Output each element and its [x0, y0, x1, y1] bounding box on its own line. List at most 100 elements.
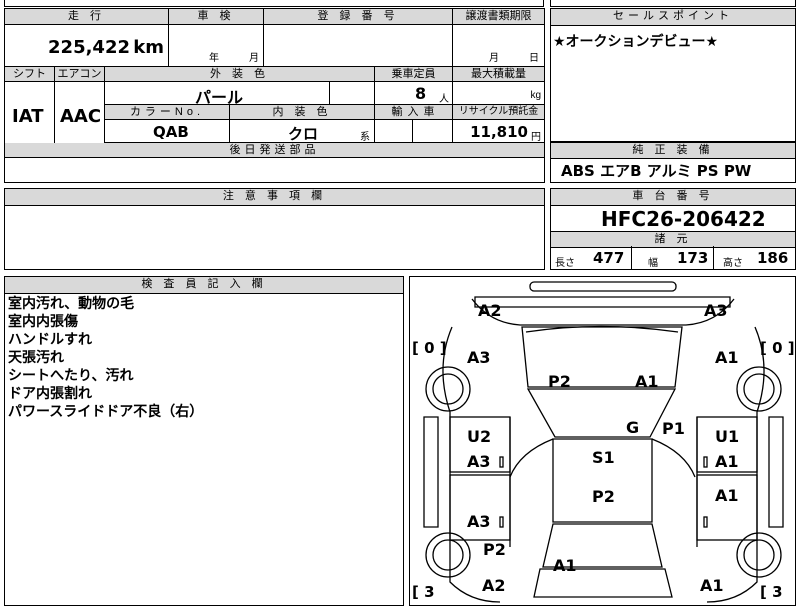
registration-cell — [264, 25, 453, 67]
inspector-header: 検 査 員 記 入 欄 — [5, 277, 403, 294]
sales-point-header: セールスポイント — [551, 9, 795, 26]
damage-label: P1 — [662, 419, 685, 438]
inspection-year: 年 — [209, 53, 219, 64]
transfer-day: 日 — [529, 53, 539, 64]
notes-header: 注 意 事 項 欄 — [5, 189, 544, 206]
import-cell-b — [413, 120, 453, 143]
dim-divider-2 — [713, 246, 714, 270]
capacity-header: 乗車定員 — [375, 67, 453, 82]
damage-label: P2 — [592, 487, 615, 506]
standard-equipment-items: ABS エアB アルミ PS PW — [561, 162, 752, 180]
dim-divider-1 — [631, 246, 632, 270]
max-load-unit: kg — [530, 90, 541, 101]
damage-label: S1 — [592, 448, 615, 467]
registration-header: 登 録 番 号 — [264, 9, 453, 25]
color-no-header: カラーNo. — [105, 105, 230, 120]
transfer-cell: 月 日 — [453, 25, 544, 67]
damage-label: A3 — [467, 452, 491, 471]
inspector-line: 室内汚れ、動物の毛 — [8, 296, 135, 312]
damage-label: A1 — [635, 372, 659, 391]
transfer-month: 月 — [489, 53, 499, 64]
damage-label: A1 — [715, 348, 739, 367]
inspection-header: 車 検 — [169, 9, 264, 25]
left-bottom-bracket: [ 3 — [412, 583, 435, 601]
width-label: 幅 — [648, 258, 658, 269]
damage-label: A2 — [478, 301, 502, 320]
damage-label: U1 — [715, 427, 740, 446]
inspector-line: パワースライドドア不良（右） — [8, 404, 204, 420]
mileage-unit: km — [133, 37, 164, 58]
chassis-number: HFC26-206422 — [601, 207, 766, 231]
max-load-cell: kg — [453, 82, 544, 105]
capacity-cell: 8 人 — [375, 82, 453, 105]
ac-cell: AAC — [55, 82, 105, 152]
exterior-cell: パール — [105, 82, 330, 107]
exterior-header: 外 装 色 — [105, 67, 375, 82]
exterior-extra-cell — [330, 82, 375, 105]
capacity-value: 8 — [415, 84, 427, 103]
damage-label: U2 — [467, 427, 492, 446]
top-strip-right — [550, 0, 796, 7]
damage-label: A1 — [700, 576, 724, 595]
inspection-cell: 年 月 — [169, 25, 264, 67]
transfer-header: 譲渡書類期限 — [453, 9, 544, 25]
inspector-line: 天張汚れ — [8, 350, 64, 366]
mileage-cell: 225,422 km — [5, 25, 169, 67]
interior-suffix: 系 — [360, 132, 370, 143]
notes-box: 注 意 事 項 欄 — [4, 188, 545, 270]
damage-label: A3 — [467, 512, 491, 531]
chassis-header: 車 台 番 号 — [551, 189, 795, 206]
max-load-header: 最大積載量 — [453, 67, 544, 82]
color-no-cell: QAB — [105, 120, 230, 143]
shift-cell: IAT — [5, 82, 55, 152]
sales-point-box: セールスポイント ★オークションデビュー★ — [550, 8, 796, 142]
main-table: 走 行 車 検 登 録 番 号 譲渡書類期限 225,422 km 年 月 月 … — [4, 8, 545, 183]
shift-header: シフト — [5, 67, 55, 82]
inspection-month: 月 — [249, 53, 259, 64]
damage-label: A3 — [704, 301, 728, 320]
width-value: 173 — [677, 249, 709, 267]
interior-header: 内 装 色 — [230, 105, 375, 120]
recycle-unit: 円 — [531, 132, 541, 143]
mileage-value: 225,422 — [48, 37, 130, 58]
interior-value: クロ — [288, 125, 319, 143]
height-label: 高さ — [723, 258, 743, 269]
mileage-header: 走 行 — [5, 9, 169, 25]
damage-label: P2 — [483, 540, 506, 559]
length-label: 長さ — [555, 258, 575, 269]
right-bottom-bracket: [ 3 — [760, 583, 783, 601]
sales-point-text: ★オークションデビュー★ — [553, 34, 719, 50]
inspector-line: ハンドルすれ — [8, 332, 92, 348]
parts-cell — [5, 158, 544, 182]
recycle-value: 11,810 — [470, 123, 528, 141]
chassis-box: 車 台 番 号 HFC26-206422 諸 元 長さ 477 幅 173 高さ… — [550, 188, 796, 270]
right-top-bracket: [ 0 ] — [760, 339, 795, 357]
import-cell-a — [375, 120, 413, 143]
parts-header: 後日発送部品 — [5, 143, 544, 158]
recycle-header: リサイクル預託金 — [453, 105, 544, 120]
standard-equipment-box: 純 正 装 備 ABS エアB アルミ PS PW — [550, 142, 796, 183]
ac-header: エアコン — [55, 67, 105, 82]
inspector-line: ドア内張割れ — [8, 386, 92, 402]
damage-label: P2 — [548, 372, 571, 391]
left-top-bracket: [ 0 ] — [412, 339, 447, 357]
inspector-box: 検 査 員 記 入 欄 室内汚れ、動物の毛 室内内張傷 ハンドルすれ 天張汚れ … — [4, 276, 404, 606]
inspector-lines: 室内汚れ、動物の毛 室内内張傷 ハンドルすれ 天張汚れ シートへたり、汚れ ドア… — [8, 295, 203, 421]
damage-diagram-box: [ 0 ] [ 0 ] [ 3 [ 3 A2 A3 A3 A1 P2 A1 G … — [409, 276, 796, 606]
interior-cell: クロ 系 — [230, 120, 375, 143]
recycle-cell: 11,810 円 — [453, 120, 544, 143]
height-value: 186 — [757, 249, 789, 267]
shift-value: IAT — [12, 106, 44, 127]
damage-label: A1 — [715, 452, 739, 471]
length-value: 477 — [593, 249, 625, 267]
damage-label: A1 — [715, 486, 739, 505]
dimensions-header: 諸 元 — [551, 231, 795, 248]
damage-label: A2 — [482, 576, 506, 595]
damage-label: G — [626, 418, 640, 437]
damage-label: A3 — [467, 348, 491, 367]
ac-value: AAC — [60, 106, 102, 127]
top-strip — [4, 0, 544, 7]
damage-label: A1 — [553, 556, 577, 575]
color-no-value: QAB — [153, 123, 189, 141]
import-header: 輸 入 車 — [375, 105, 453, 120]
